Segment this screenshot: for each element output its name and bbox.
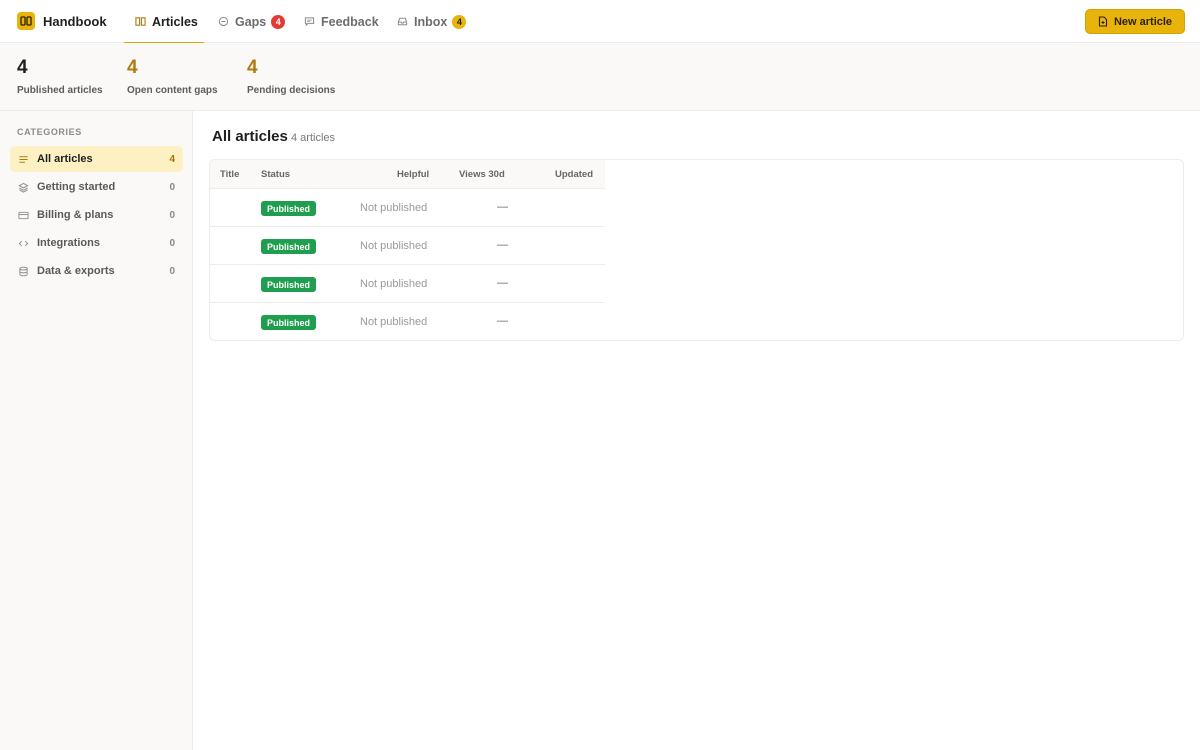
table-header: Title Status Helpful Views 30d Updated <box>210 160 605 189</box>
stat-label: Pending decisions <box>247 85 336 96</box>
credit-card-icon <box>18 211 29 219</box>
handbook-logo-icon <box>17 12 35 30</box>
tab-label: Gaps <box>235 14 267 29</box>
stat-value: 4 <box>247 57 258 78</box>
table-row[interactable]: Published Not published — <box>210 189 605 227</box>
tab-label: Inbox <box>414 14 448 29</box>
circle-minus-icon <box>218 16 229 27</box>
column-header-helpful[interactable]: Helpful <box>397 169 429 180</box>
inbox-count-badge: 4 <box>452 14 467 29</box>
helpful-value: Not published <box>360 202 428 214</box>
sidebar-item-label: Integrations <box>37 237 100 249</box>
article-count: 4 articles <box>291 132 336 144</box>
page-title: All articles <box>212 128 288 145</box>
tab-label: Articles <box>152 14 198 29</box>
gaps-count-badge: 4 <box>271 14 286 29</box>
helpful-value: Not published <box>360 278 428 290</box>
stats-strip: 4 Published articles 4 Open content gaps… <box>0 43 1200 111</box>
stat-value: 4 <box>17 57 28 78</box>
sidebar-item-count: 4 <box>169 153 175 165</box>
column-header-updated[interactable]: Updated <box>555 169 593 180</box>
sidebar-item-count: 0 <box>169 237 175 249</box>
table-row[interactable]: Published Not published — <box>210 227 605 265</box>
categories-heading: CATEGORIES <box>17 127 82 137</box>
sidebar-item-label: Getting started <box>37 181 116 193</box>
list-icon <box>19 155 28 163</box>
helpful-value: Not published <box>360 240 428 252</box>
stat-value: 4 <box>127 57 138 78</box>
layers-icon <box>18 182 29 193</box>
stat-open-gaps: 4 Open content gaps <box>127 57 218 96</box>
status-badge: Published <box>261 201 317 216</box>
sidebar-item-count: 0 <box>169 209 175 221</box>
articles-table: Title Status Helpful Views 30d Updated P… <box>209 159 1184 341</box>
views-value: — <box>497 201 508 213</box>
column-header-title[interactable]: Title <box>220 169 239 180</box>
book-open-icon <box>135 17 146 26</box>
sidebar-item-data-exports[interactable]: Data & exports 0 <box>10 258 183 284</box>
views-value: — <box>497 315 508 327</box>
tab-feedback[interactable]: Feedback <box>304 0 379 43</box>
sidebar-item-label: All articles <box>37 153 93 165</box>
sidebar: CATEGORIES All articles 4 Getting starte… <box>0 111 193 750</box>
sidebar-item-label: Billing & plans <box>37 209 114 221</box>
brand[interactable]: Handbook <box>17 12 107 30</box>
column-header-views-30d[interactable]: Views 30d <box>459 169 505 180</box>
tab-gaps[interactable]: Gaps 4 <box>218 0 286 43</box>
message-square-icon <box>304 17 315 27</box>
sidebar-item-getting-started[interactable]: Getting started 0 <box>10 174 183 200</box>
database-icon <box>19 266 28 276</box>
app-name: Handbook <box>43 13 107 29</box>
new-article-label: New article <box>1113 15 1173 28</box>
status-badge: Published <box>261 277 317 292</box>
code-icon <box>18 240 29 246</box>
sidebar-item-count: 0 <box>169 181 175 193</box>
tab-label: Feedback <box>321 14 379 29</box>
table-row[interactable]: Published Not published — <box>210 265 605 303</box>
sidebar-item-count: 0 <box>169 265 175 277</box>
stat-pending-decisions: 4 Pending decisions <box>247 57 335 96</box>
file-plus-icon <box>1098 16 1108 27</box>
stat-published: 4 Published articles <box>17 57 103 96</box>
tab-articles[interactable]: Articles <box>124 0 204 44</box>
tab-inbox[interactable]: Inbox 4 <box>397 0 467 43</box>
table-row[interactable]: Published Not published — <box>210 303 605 340</box>
column-header-status[interactable]: Status <box>261 169 290 180</box>
stat-label: Published articles <box>17 85 103 96</box>
new-article-button[interactable]: New article <box>1085 9 1185 34</box>
inbox-icon <box>397 17 408 26</box>
sidebar-item-all-articles[interactable]: All articles 4 <box>10 146 183 172</box>
status-badge: Published <box>261 239 317 254</box>
sidebar-item-integrations[interactable]: Integrations 0 <box>10 230 183 256</box>
views-value: — <box>497 239 508 251</box>
views-value: — <box>497 277 508 289</box>
status-badge: Published <box>261 315 317 330</box>
sidebar-item-billing-plans[interactable]: Billing & plans 0 <box>10 202 183 228</box>
helpful-value: Not published <box>360 316 428 328</box>
top-bar: Handbook Articles Gaps 4 Feedback Inbox … <box>0 0 1200 44</box>
sidebar-item-label: Data & exports <box>37 265 115 277</box>
stat-label: Open content gaps <box>127 85 218 96</box>
